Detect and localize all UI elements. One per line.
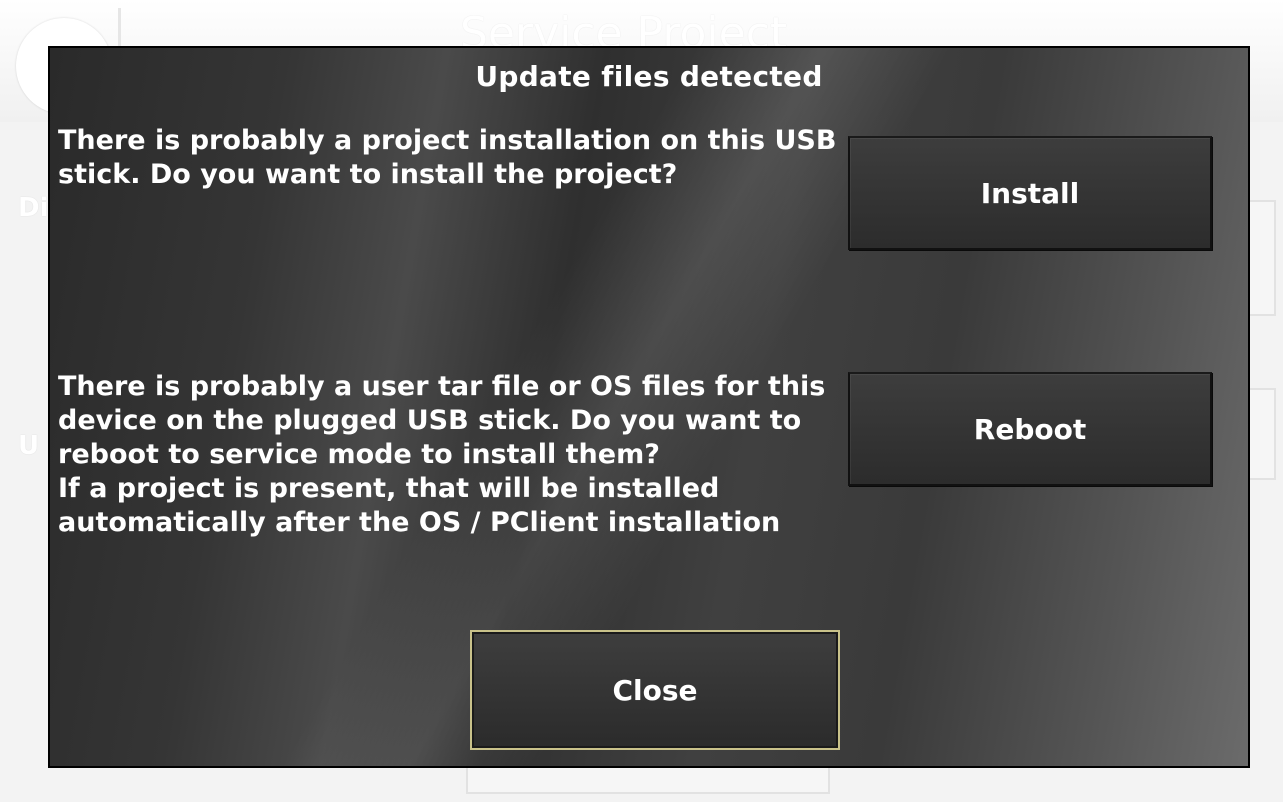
- os-install-message: There is probably a user tar file or OS …: [58, 370, 838, 540]
- update-dialog: Update files detected There is probably …: [48, 46, 1250, 768]
- install-button[interactable]: Install: [848, 136, 1212, 250]
- background-button-bottom: [466, 766, 830, 794]
- reboot-button[interactable]: Reboot: [848, 372, 1212, 486]
- os-install-message-line-2: If a project is present, that will be in…: [58, 473, 781, 538]
- close-button[interactable]: Close: [470, 630, 840, 750]
- project-install-message: There is probably a project installation…: [58, 125, 837, 190]
- background-button-1: [1248, 200, 1276, 316]
- background-button-2: [1248, 388, 1276, 480]
- dialog-title: Update files detected: [475, 60, 823, 93]
- os-install-message-line-1: There is probably a user tar file or OS …: [58, 371, 826, 470]
